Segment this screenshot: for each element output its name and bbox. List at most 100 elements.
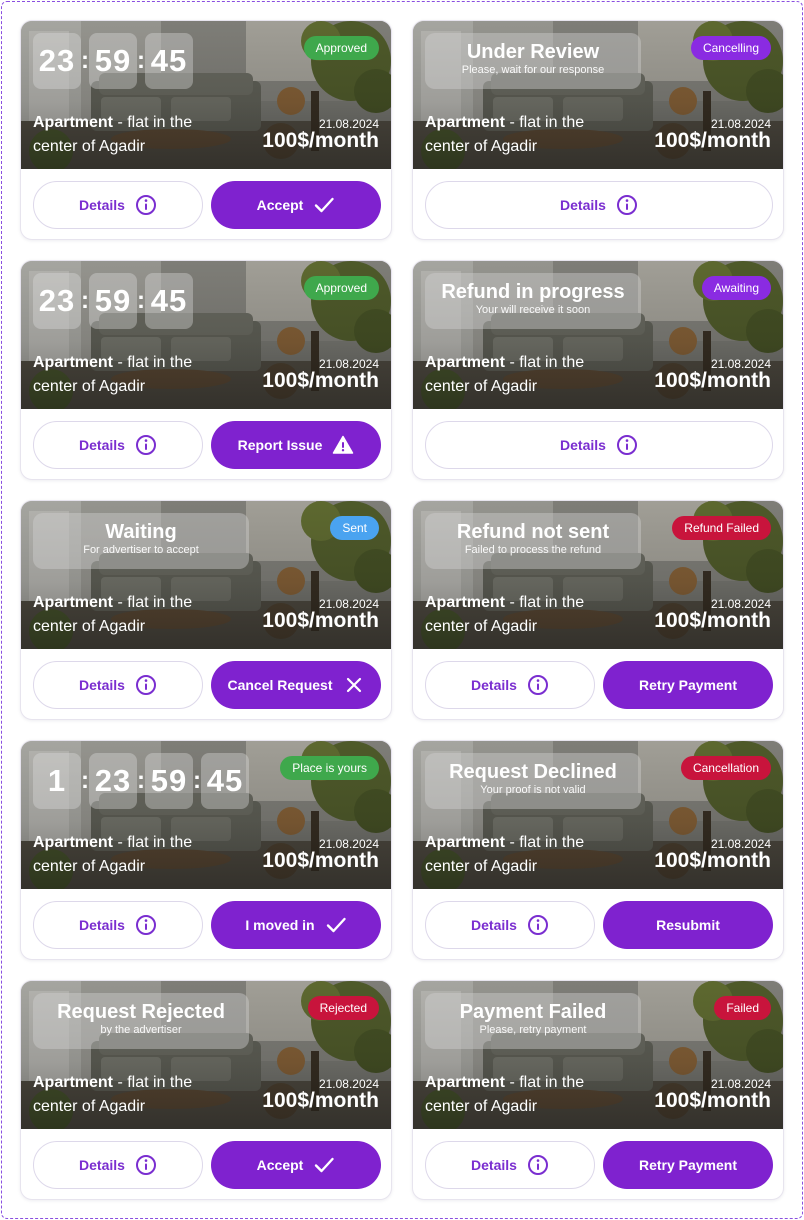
apartment-photo: Waiting For advertiser to accept Sent Apa… xyxy=(21,501,391,649)
details-button[interactable]: Details xyxy=(33,181,203,229)
details-label: Details xyxy=(79,437,125,453)
card-actions: Details Retry Payment xyxy=(425,661,773,709)
details-button[interactable]: Details xyxy=(33,661,203,709)
status-badge: Approved xyxy=(303,36,379,60)
details-label: Details xyxy=(79,917,125,933)
i-moved-in-button[interactable]: I moved in xyxy=(211,901,381,949)
details-label: Details xyxy=(471,1157,517,1173)
booking-card-3: 23:59:45 Approved Apartment - flat in th… xyxy=(20,260,392,480)
status-title: Payment Failed xyxy=(459,1001,607,1023)
resubmit-button[interactable]: Resubmit xyxy=(603,901,773,949)
apartment-photo: Refund not sent Failed to process the ref… xyxy=(413,501,783,649)
countdown-timer: 23:59:45 xyxy=(33,273,193,329)
booking-card-5: Waiting For advertiser to accept Sent Apa… xyxy=(20,500,392,720)
timer-digit-box: 45 xyxy=(145,273,193,329)
status-badge: Awaiting xyxy=(701,276,771,300)
details-button[interactable]: Details xyxy=(425,421,773,469)
monthly-price: 100$/month xyxy=(262,369,379,392)
info-icon xyxy=(135,1154,157,1176)
listing-type: Apartment xyxy=(425,594,506,611)
warning-icon xyxy=(332,434,354,456)
info-icon xyxy=(616,434,638,456)
card-actions: Details Report Issue xyxy=(33,421,381,469)
apartment-photo: Request Declined Your proof is not valid … xyxy=(413,741,783,889)
status-panel: Refund in progress Your will receive it s… xyxy=(425,273,641,329)
status-subtitle: Your proof is not valid xyxy=(480,784,586,796)
status-subtitle: Please, retry payment xyxy=(479,1024,587,1036)
timer-digit-box: 59 xyxy=(89,273,137,329)
status-badge: Cancellation xyxy=(680,756,771,780)
details-button[interactable]: Details xyxy=(425,1141,595,1189)
primary-action-label: Accept xyxy=(256,1157,304,1173)
status-title: Request Rejected xyxy=(57,1001,225,1023)
card-actions: Details xyxy=(425,421,773,469)
details-button[interactable]: Details xyxy=(425,661,595,709)
monthly-price: 100$/month xyxy=(262,1089,379,1112)
monthly-price: 100$/month xyxy=(262,609,379,632)
status-panel: Under Review Please, wait for our respons… xyxy=(425,33,641,89)
timer-digit-box: 23 xyxy=(33,33,81,89)
timer-digit-box: 45 xyxy=(145,33,193,89)
status-panel: Payment Failed Please, retry payment xyxy=(425,993,641,1049)
status-subtitle: Failed to process the refund xyxy=(464,544,602,556)
details-button[interactable]: Details xyxy=(425,181,773,229)
check-icon xyxy=(313,194,335,216)
primary-action-label: Cancel Request xyxy=(227,677,333,693)
card-actions: Details Accept xyxy=(33,181,381,229)
info-icon xyxy=(135,434,157,456)
status-subtitle: Please, wait for our response xyxy=(461,64,605,76)
apartment-photo: 23:59:45 Approved Apartment - flat in th… xyxy=(21,21,391,169)
booking-card-2: Under Review Please, wait for our respons… xyxy=(412,20,784,240)
booking-card-1: 23:59:45 Approved Apartment - flat in th… xyxy=(20,20,392,240)
info-icon xyxy=(135,674,157,696)
booking-card-6: Refund not sent Failed to process the ref… xyxy=(412,500,784,720)
status-subtitle: by the advertiser xyxy=(100,1024,182,1036)
card-actions: Details I moved in xyxy=(33,901,381,949)
status-panel: Request Declined Your proof is not valid xyxy=(425,753,641,809)
booking-card-8: Request Declined Your proof is not valid … xyxy=(412,740,784,960)
timer-digit-box: 45 xyxy=(201,753,249,809)
status-badge: Place is yours xyxy=(280,756,379,780)
monthly-price: 100$/month xyxy=(654,1089,771,1112)
info-icon xyxy=(527,674,549,696)
timer-separator: : xyxy=(81,47,89,74)
timer-separator: : xyxy=(137,287,145,314)
accept-button[interactable]: Accept xyxy=(211,1141,381,1189)
monthly-price: 100$/month xyxy=(262,129,379,152)
details-button[interactable]: Details xyxy=(425,901,595,949)
details-button[interactable]: Details xyxy=(33,1141,203,1189)
apartment-photo: Request Rejected by the advertiser Reject… xyxy=(21,981,391,1129)
card-actions: Details Accept xyxy=(33,1141,381,1189)
monthly-price: 100$/month xyxy=(654,609,771,632)
retry-payment-button[interactable]: Retry Payment xyxy=(603,661,773,709)
countdown-timer: 23:59:45 xyxy=(33,33,193,89)
timer-separator: : xyxy=(137,767,145,794)
details-button[interactable]: Details xyxy=(33,421,203,469)
status-title: Waiting xyxy=(105,521,177,543)
listing-type: Apartment xyxy=(425,1074,506,1091)
monthly-price: 100$/month xyxy=(654,129,771,152)
retry-payment-button[interactable]: Retry Payment xyxy=(603,1141,773,1189)
cancel-request-button[interactable]: Cancel Request xyxy=(211,661,381,709)
listing-type: Apartment xyxy=(33,594,114,611)
primary-action-label: Retry Payment xyxy=(638,1157,738,1173)
status-badge: Cancelling xyxy=(690,36,771,60)
timer-separator: : xyxy=(137,47,145,74)
listing-title: Apartment - flat in the center of Agadir xyxy=(33,1071,233,1119)
primary-action-label: Report Issue xyxy=(237,437,323,453)
timer-digit-box: 59 xyxy=(145,753,193,809)
details-button[interactable]: Details xyxy=(33,901,203,949)
card-actions: Details xyxy=(425,181,773,229)
close-icon xyxy=(343,674,365,696)
apartment-photo: Under Review Please, wait for our respons… xyxy=(413,21,783,169)
listing-title: Apartment - flat in the center of Agadir xyxy=(425,1071,625,1119)
booking-cards-grid: 23:59:45 Approved Apartment - flat in th… xyxy=(20,20,784,1200)
primary-action-label: Accept xyxy=(256,197,304,213)
listing-type: Apartment xyxy=(33,1074,114,1091)
listing-title: Apartment - flat in the center of Agadir xyxy=(425,831,625,879)
report-issue-button[interactable]: Report Issue xyxy=(211,421,381,469)
accept-button[interactable]: Accept xyxy=(211,181,381,229)
status-title: Under Review xyxy=(466,41,600,63)
listing-type: Apartment xyxy=(33,354,114,371)
listing-title: Apartment - flat in the center of Agadir xyxy=(425,351,625,399)
